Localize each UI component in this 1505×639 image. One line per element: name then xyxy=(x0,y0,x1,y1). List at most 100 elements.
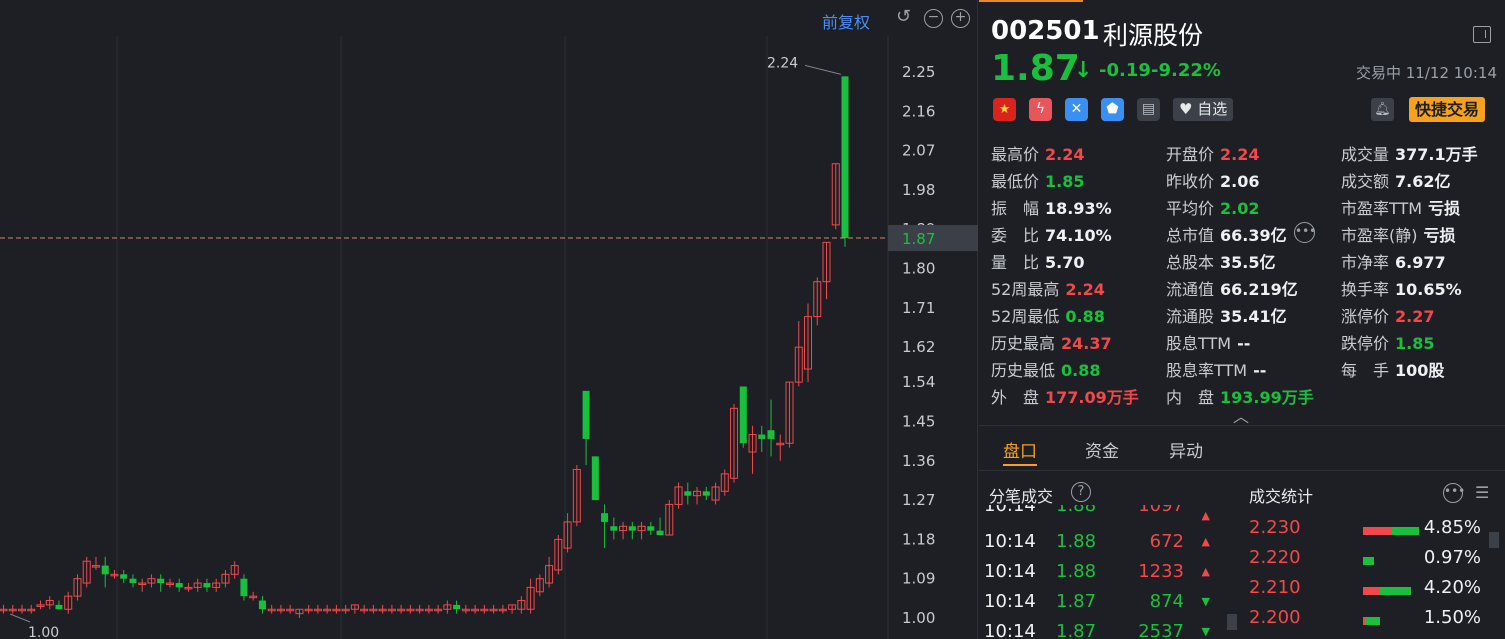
high-marker-label: 2.24 xyxy=(767,55,798,71)
candle-body[interactable] xyxy=(591,456,599,501)
stat-col3-1: 成交额 7.62亿 xyxy=(1341,168,1451,192)
panel-toggle-icon[interactable] xyxy=(1473,26,1491,43)
candle-body[interactable] xyxy=(684,491,692,496)
stat-label: 市盈率(静) xyxy=(1341,226,1418,245)
tick-time: 10:14 xyxy=(984,505,1036,516)
triangle-down-icon: ▼ xyxy=(1201,595,1210,608)
candle-body[interactable] xyxy=(453,604,461,610)
trade-stat-row: 2.230 4.85% xyxy=(1249,517,1489,547)
china-flag-icon[interactable]: ★ xyxy=(993,98,1016,121)
stat-col2-1: 昨收价 2.06 xyxy=(1166,168,1260,192)
tick-volume: 2537 xyxy=(1138,621,1184,639)
more-icon[interactable]: ••• xyxy=(1294,222,1316,243)
kline-chart-panel[interactable]: 2.252.162.071.981.891.801.711.621.541.45… xyxy=(0,0,978,639)
chevron-up-icon[interactable]: ︿ xyxy=(1233,403,1249,427)
stat-value: 35.41亿 xyxy=(1220,307,1287,326)
low-marker-label: 1.00 xyxy=(28,625,59,639)
reset-icon[interactable]: ↺ xyxy=(896,6,911,27)
stat-value: 亏损 xyxy=(1428,199,1461,218)
stat-label: 历史最高 xyxy=(991,334,1056,353)
stat-label: 股息率TTM xyxy=(1166,361,1248,380)
current-price-tag: 1.87 xyxy=(902,230,935,248)
stats-scrollbar[interactable] xyxy=(1489,532,1499,548)
tick-time: 10:14 xyxy=(984,561,1036,582)
adjust-mode-button[interactable]: 前复权 xyxy=(822,9,870,33)
stat-label: 平均价 xyxy=(1166,199,1215,218)
stat-col1-3: 委 比 74.10% xyxy=(991,222,1112,246)
stat-col2-6: 流通股 35.41亿 xyxy=(1166,303,1287,327)
stat-label: 开盘价 xyxy=(1166,145,1215,164)
list-icon[interactable]: ☰ xyxy=(1475,483,1489,502)
candle-body[interactable] xyxy=(702,491,710,496)
tag-icon[interactable]: ⬟ xyxy=(1101,98,1124,121)
candle-body[interactable] xyxy=(628,526,636,531)
candle-body[interactable] xyxy=(656,530,664,536)
tick-row: 10:14 1.87 2537 ▼ xyxy=(984,621,1214,639)
stock-code: 002501 xyxy=(991,16,1100,46)
stat-value: 2.27 xyxy=(1395,307,1435,326)
candle-body[interactable] xyxy=(258,600,266,610)
candle-body[interactable] xyxy=(841,76,849,238)
candle-body[interactable] xyxy=(610,526,618,531)
price-change-pct: -9.22% xyxy=(1151,60,1221,81)
help-icon[interactable]: ? xyxy=(1071,482,1091,502)
stat-col3-7: 跌停价 1.85 xyxy=(1341,330,1435,354)
candle-body[interactable] xyxy=(129,578,137,584)
candle-body[interactable] xyxy=(647,526,655,531)
tab-funds[interactable]: 资金 xyxy=(1085,437,1119,462)
bell-icon[interactable]: 🔔︎ xyxy=(1371,98,1394,121)
candle-body[interactable] xyxy=(120,574,128,579)
add-watchlist-button[interactable]: ♥ 自选 xyxy=(1173,98,1234,121)
document-icon[interactable]: ▤ xyxy=(1137,98,1160,121)
volume-bar xyxy=(1363,617,1380,625)
candle-body[interactable] xyxy=(758,434,766,439)
candle-body[interactable] xyxy=(157,578,165,584)
stat-value: 66.219亿 xyxy=(1220,280,1298,299)
stat-col2-5: 流通值 66.219亿 xyxy=(1166,276,1298,300)
zoom-out-icon[interactable]: − xyxy=(924,9,943,28)
tab-unusual[interactable]: 异动 xyxy=(1169,437,1203,462)
candle-body[interactable] xyxy=(55,604,63,610)
trade-stat-price: 2.230 xyxy=(1249,517,1301,538)
stat-col1-5: 52周最高 2.24 xyxy=(991,276,1105,300)
cross-link-icon[interactable]: ✕ xyxy=(1065,98,1088,121)
candle-body[interactable] xyxy=(601,513,609,522)
quote-panel: 002501 利源股份 1.87 ↓ -0.19 -9.22% 交易中 11/1… xyxy=(979,0,1505,639)
stat-value: 66.39亿 xyxy=(1220,226,1287,245)
stat-col2-4: 总股本 35.5亿 xyxy=(1166,249,1276,273)
candle-body[interactable] xyxy=(739,386,747,444)
stat-value: 10.65% xyxy=(1395,280,1462,299)
kline-chart[interactable]: 2.252.162.071.981.891.801.711.621.541.45… xyxy=(0,0,978,639)
trade-stat-price: 2.200 xyxy=(1249,607,1301,628)
candle-body[interactable] xyxy=(203,583,211,588)
triangle-up-icon: ▲ xyxy=(1201,535,1210,548)
candle-body[interactable] xyxy=(582,390,590,439)
y-tick-label: 1.09 xyxy=(902,570,935,588)
tick-price: 1.88 xyxy=(1056,531,1097,552)
y-tick-label: 2.25 xyxy=(902,63,935,81)
stat-label: 总股本 xyxy=(1166,253,1215,272)
quick-trade-button[interactable]: 快捷交易 xyxy=(1409,97,1486,122)
stat-value: 377.1万手 xyxy=(1395,145,1478,164)
candle-body[interactable] xyxy=(175,583,183,588)
tab-pankou[interactable]: 盘口 xyxy=(1003,437,1037,462)
more-icon[interactable]: ••• xyxy=(1443,483,1465,503)
zoom-in-icon[interactable]: + xyxy=(951,9,970,28)
volume-bar xyxy=(1363,557,1374,565)
tick-price: 1.87 xyxy=(1056,621,1097,639)
stat-value: 100股 xyxy=(1395,361,1445,380)
candle-body[interactable] xyxy=(240,578,248,597)
tick-row: 10:14 1.88 1097 ▲ xyxy=(984,505,1214,525)
flash-icon[interactable]: ϟ xyxy=(1029,98,1052,121)
tick-scrollbar[interactable] xyxy=(1227,614,1237,630)
stat-col2-8: 股息率TTM -- xyxy=(1166,357,1266,381)
stat-value: 74.10% xyxy=(1045,226,1112,245)
candle-body[interactable] xyxy=(101,565,109,575)
watch-label: 自选 xyxy=(1197,100,1228,118)
tick-row: 10:14 1.87 874 ▼ xyxy=(984,591,1214,621)
trade-status-time: 交易中 11/12 10:14 xyxy=(1356,64,1497,82)
y-tick-label: 1.71 xyxy=(902,299,935,317)
stat-value: 2.02 xyxy=(1220,199,1260,218)
stat-value: 5.70 xyxy=(1045,253,1085,272)
candle-body[interactable] xyxy=(767,430,775,439)
